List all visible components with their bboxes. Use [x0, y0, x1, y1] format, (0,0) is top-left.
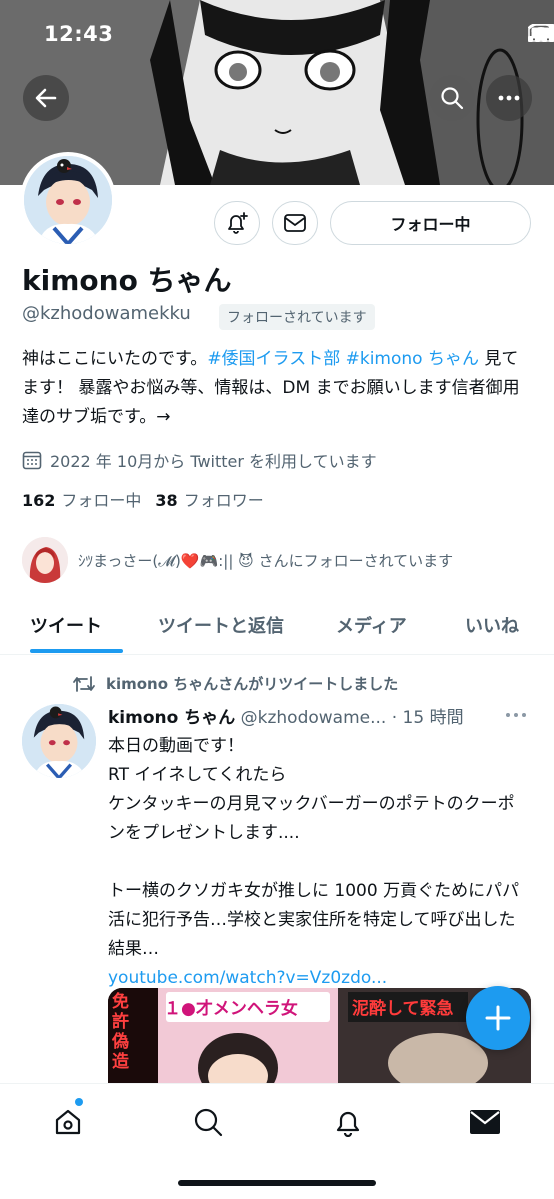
search-button[interactable] [429, 75, 475, 121]
nav-search[interactable] [188, 1102, 228, 1142]
bio-hashtag-link[interactable]: #倭国イラスト部 [207, 349, 340, 369]
tweet-line: RT イイネしてくれたら [108, 765, 287, 785]
bio-text: 神はここにいたのです。 [22, 349, 208, 369]
followed-by-row[interactable]: ｼﾂまっさー(𝓜)❤️🎮:|| 😈 さんにフォローされています [22, 537, 453, 583]
more-icon [498, 95, 520, 101]
user-handle: @kzhodowamekku [22, 303, 191, 324]
profile-bio: 神はここにいたのです。#倭国イラスト部 #kimono ちゃん 見てます！ 暴露… [22, 345, 534, 432]
tab-likes[interactable]: いいね [465, 612, 519, 638]
home-unread-dot [75, 1098, 83, 1106]
compose-tweet-button[interactable] [466, 986, 530, 1050]
profile-tabs: ツイート ツイートと返信 メディア いいね [0, 600, 554, 655]
notifications-icon [336, 1111, 360, 1137]
followed-by-text: ｼﾂまっさー(𝓜)❤️🎮:|| 😈 さんにフォローされています [78, 551, 454, 570]
bell-plus-icon [228, 212, 248, 234]
more-icon [506, 713, 526, 717]
nav-notifications[interactable] [328, 1102, 368, 1142]
tweet-text: 本日の動画です！ RT イイネしてくれたら ケンタッキーの月見マックバーガーのポ… [108, 732, 528, 993]
tweet-line: ケンタッキーの月見マックバーガーのポテトのクーポンをプレゼントします.... [108, 794, 515, 843]
media-caption-middle: １●才メンヘラ女 [164, 999, 298, 1019]
nav-home[interactable] [48, 1102, 88, 1142]
follower-avatar-image [22, 537, 68, 583]
search-nav-icon [194, 1108, 223, 1137]
tweet-line [108, 848, 528, 877]
tweet-header: kimono ちゃん @kzhodowame... · 15 時間 [108, 703, 464, 728]
follows-you-badge: フォローされています [219, 304, 375, 330]
tweet-author-avatar[interactable] [22, 704, 96, 778]
tweet-media-thumbnail[interactable]: 免許偽造 １●才メンヘラ女 泥酔して緊急 [108, 988, 531, 1083]
retweet-context[interactable]: kimono ちゃんさんがリツイートしました [72, 673, 398, 694]
home-indicator [178, 1180, 376, 1186]
plus-icon [485, 1005, 511, 1031]
profile-avatar[interactable] [20, 152, 116, 248]
tweet-meta: @kzhodowame... · 15 時間 [235, 708, 464, 728]
notify-button[interactable] [214, 201, 260, 245]
back-button[interactable] [23, 75, 69, 121]
search-icon [441, 87, 464, 110]
message-button[interactable] [272, 201, 318, 245]
retweet-icon [73, 675, 95, 692]
following-link[interactable]: 162 フォロー中 [22, 487, 141, 511]
avatar-image [24, 156, 112, 244]
follow-stats: 162 フォロー中 38 フォロワー [22, 487, 264, 511]
tab-tweets[interactable]: ツイート [30, 612, 102, 638]
nav-messages[interactable] [465, 1102, 505, 1142]
media-caption-right: 泥酔して緊急 [352, 999, 454, 1019]
retweet-context-text: kimono ちゃんさんがリツイートしました [106, 675, 399, 693]
active-tab-indicator [30, 649, 123, 653]
display-name: kimono ちゃん [22, 264, 232, 297]
more-options-button[interactable] [486, 75, 532, 121]
following-button[interactable]: フォロー中 [330, 201, 531, 245]
tweet-more-button[interactable] [505, 703, 527, 722]
followers-link[interactable]: 38 フォロワー [155, 487, 263, 511]
followers-label: フォロワー [183, 491, 264, 510]
home-icon [55, 1109, 81, 1135]
back-arrow-icon [35, 88, 57, 108]
tweet-line: 本日の動画です！ [108, 736, 244, 756]
joined-date: 2022 年 10月から Twitter を利用しています [22, 448, 377, 472]
battery-icon [528, 24, 554, 42]
status-time: 12:43 [44, 22, 114, 46]
tab-media[interactable]: メディア [336, 612, 407, 638]
mail-icon [284, 214, 306, 232]
followers-count: 38 [155, 491, 178, 510]
following-count: 162 [22, 491, 56, 510]
status-bar: 12:43 [0, 0, 554, 70]
tweet-author-name[interactable]: kimono ちゃん [108, 708, 235, 728]
messages-icon [470, 1110, 500, 1134]
tab-tweets-and-replies[interactable]: ツイートと返信 [158, 612, 284, 638]
follower-avatar [22, 537, 68, 583]
tweet-avatar-image [22, 704, 96, 778]
joined-text: 2022 年 10月から Twitter を利用しています [50, 452, 377, 471]
calendar-icon [22, 451, 42, 470]
tweet-line: トー横のクソガキ女が推しに 1000 万貢ぐためにパパ活に犯行予告…学校と実家住… [108, 881, 520, 959]
media-caption-left: 免許偽造 [112, 992, 129, 1072]
following-label: フォロー中 [61, 491, 142, 510]
bio-hashtag-link[interactable]: #kimono ちゃん [346, 349, 479, 369]
